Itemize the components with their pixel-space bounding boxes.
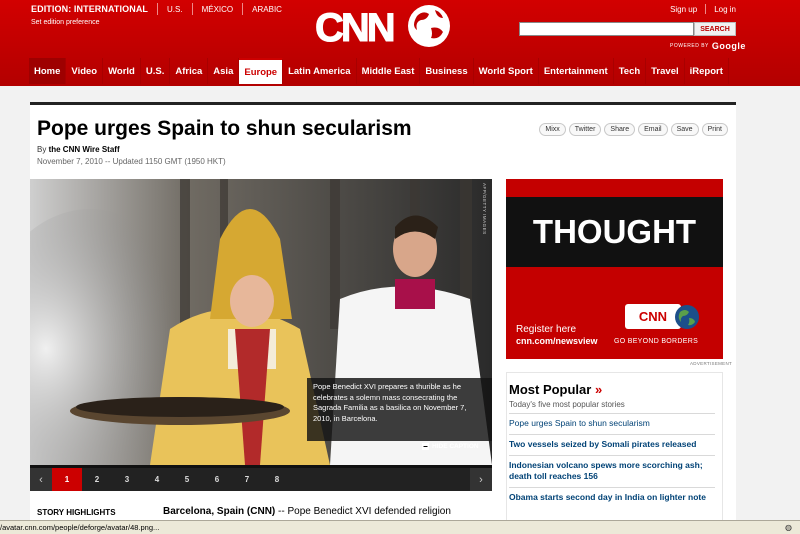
print-button[interactable]: Print bbox=[701, 123, 728, 136]
article-lede: Barcelona, Spain (CNN) -- Pope Benedict … bbox=[163, 506, 451, 517]
search-button[interactable]: SEARCH bbox=[694, 22, 736, 36]
search-input[interactable] bbox=[519, 22, 694, 36]
cnn-logo[interactable]: CNN bbox=[315, 4, 455, 50]
globe-icon: ◍ bbox=[785, 523, 792, 532]
ad-band: THOUGHT bbox=[506, 197, 723, 267]
edition-link-mexico[interactable]: MÉXICO bbox=[202, 5, 234, 14]
list-item[interactable]: Two vessels seized by Somali pirates rel… bbox=[509, 434, 715, 455]
main-navigation: Home Video World U.S. Africa Asia Europe… bbox=[29, 58, 729, 84]
nav-world-sport[interactable]: World Sport bbox=[474, 58, 539, 84]
photo-credit: AFP/GETTY IMAGES bbox=[482, 183, 487, 235]
collapse-icon bbox=[422, 443, 429, 450]
edition-link-arabic[interactable]: ARABIC bbox=[252, 5, 282, 14]
log-in-link[interactable]: Log in bbox=[714, 5, 736, 14]
nav-home[interactable]: Home bbox=[29, 58, 67, 84]
powered-by-label: POWERED BY bbox=[670, 43, 709, 49]
list-item[interactable]: Indonesian volcano spews more scorching … bbox=[509, 455, 715, 487]
nav-middle-east[interactable]: Middle East bbox=[357, 58, 421, 84]
divider bbox=[157, 3, 159, 15]
share-toolbar: Mixx Twitter Share Email Save Print bbox=[539, 123, 728, 136]
google-logo: Google bbox=[711, 41, 746, 51]
ad-cnn-logo: CNN bbox=[625, 304, 681, 329]
ad-register-text: Register here bbox=[516, 324, 577, 335]
status-url: /avatar.cnn.com/people/deforge/avatar/48… bbox=[0, 523, 160, 532]
globe-icon bbox=[675, 305, 699, 329]
nav-ireport[interactable]: iReport bbox=[685, 58, 729, 84]
nav-asia[interactable]: Asia bbox=[208, 58, 240, 84]
most-popular-subtitle: Today's five most popular stories bbox=[509, 400, 625, 409]
gallery-page-1[interactable]: 1 bbox=[52, 468, 82, 491]
gallery-page-8[interactable]: 8 bbox=[262, 468, 292, 491]
prev-arrow-icon[interactable]: ‹ bbox=[30, 468, 52, 491]
nav-us[interactable]: U.S. bbox=[141, 58, 171, 84]
gallery-page-7[interactable]: 7 bbox=[232, 468, 262, 491]
ad-url: cnn.com/newsview bbox=[516, 336, 598, 346]
twitter-button[interactable]: Twitter bbox=[568, 123, 602, 136]
nav-entertainment[interactable]: Entertainment bbox=[539, 58, 614, 84]
divider bbox=[242, 3, 244, 15]
nav-travel[interactable]: Travel bbox=[646, 58, 685, 84]
lede-text: -- Pope Benedict XVI defended religion bbox=[275, 506, 451, 517]
double-chevron-icon: » bbox=[594, 382, 603, 397]
account-links: Sign up Log in bbox=[670, 4, 736, 14]
ad-headline: THOUGHT bbox=[532, 213, 697, 250]
advertisement-banner[interactable]: THOUGHT CNN Register here cnn.com/newsvi… bbox=[506, 179, 723, 359]
most-popular-list: Pope urges Spain to shun secularism Two … bbox=[509, 413, 715, 508]
nav-video[interactable]: Video bbox=[66, 58, 104, 84]
list-item[interactable]: Obama starts second day in India on ligh… bbox=[509, 487, 715, 508]
divider bbox=[191, 3, 193, 15]
gallery-page-3[interactable]: 3 bbox=[112, 468, 142, 491]
edition-bar: EDITION: INTERNATIONAL U.S. MÉXICO ARABI… bbox=[31, 3, 282, 15]
hide-caption-button[interactable]: HIDE CAPTION bbox=[422, 443, 479, 450]
sign-up-link[interactable]: Sign up bbox=[670, 5, 697, 14]
share-button[interactable]: Share bbox=[604, 123, 636, 136]
nav-latin-america[interactable]: Latin America bbox=[283, 58, 357, 84]
edition-label: EDITION: INTERNATIONAL bbox=[31, 4, 149, 14]
hide-caption-label: HIDE CAPTION bbox=[432, 443, 479, 450]
list-item[interactable]: Pope urges Spain to shun secularism bbox=[509, 413, 715, 434]
lede-place: Barcelona, Spain (CNN) bbox=[163, 506, 276, 517]
article-dateline: November 7, 2010 -- Updated 1150 GMT (19… bbox=[37, 157, 226, 166]
byline-author[interactable]: the CNN Wire Staff bbox=[49, 145, 120, 154]
gallery-page-6[interactable]: 6 bbox=[202, 468, 232, 491]
advertisement-label: ADVERTISEMENT bbox=[690, 361, 733, 366]
article-container: Pope urges Spain to shun secularism By t… bbox=[30, 102, 736, 523]
search-form: SEARCH bbox=[519, 22, 736, 36]
globe-icon bbox=[408, 5, 450, 47]
byline-prefix: By bbox=[37, 145, 47, 154]
site-header: EDITION: INTERNATIONAL U.S. MÉXICO ARABI… bbox=[0, 0, 800, 86]
gallery-page-4[interactable]: 4 bbox=[142, 468, 172, 491]
gallery-page-2[interactable]: 2 bbox=[82, 468, 112, 491]
powered-by-google: POWERED BY Google bbox=[670, 41, 746, 51]
most-popular-title-text: Most Popular bbox=[509, 382, 592, 397]
story-highlights-heading: STORY HIGHLIGHTS bbox=[37, 508, 116, 517]
photo-gallery: AFP/GETTY IMAGES Pope Benedict XVI prepa… bbox=[30, 179, 492, 491]
browser-page: EDITION: INTERNATIONAL U.S. MÉXICO ARABI… bbox=[0, 0, 800, 534]
nav-business[interactable]: Business bbox=[420, 58, 474, 84]
save-button[interactable]: Save bbox=[670, 123, 699, 136]
nav-tech[interactable]: Tech bbox=[614, 58, 647, 84]
ad-cnn-logo-text: CNN bbox=[638, 309, 668, 324]
nav-world[interactable]: World bbox=[103, 58, 141, 84]
mixx-button[interactable]: Mixx bbox=[539, 123, 566, 136]
article-byline: By the CNN Wire Staff bbox=[37, 145, 120, 154]
next-arrow-icon[interactable]: › bbox=[470, 468, 492, 491]
most-popular-title[interactable]: Most Popular » bbox=[509, 382, 602, 397]
gallery-pager: ‹ 1 2 3 4 5 6 7 8 › bbox=[30, 468, 492, 491]
most-popular-box: Most Popular » Today's five most popular… bbox=[506, 372, 723, 523]
edition-link-us[interactable]: U.S. bbox=[167, 5, 183, 14]
nav-africa[interactable]: Africa bbox=[170, 58, 209, 84]
divider bbox=[705, 4, 707, 14]
cnn-logo-text: CNN bbox=[315, 6, 394, 50]
nav-europe[interactable]: Europe bbox=[239, 58, 284, 84]
article-headline: Pope urges Spain to shun secularism bbox=[37, 117, 412, 140]
page-body: Pope urges Spain to shun secularism By t… bbox=[0, 86, 800, 523]
browser-status-bar: /avatar.cnn.com/people/deforge/avatar/48… bbox=[0, 520, 800, 534]
email-button[interactable]: Email bbox=[638, 123, 668, 136]
ad-tagline: GO BEYOND BORDERS bbox=[614, 338, 699, 345]
photo-caption: Pope Benedict XVI prepares a thurible as… bbox=[307, 378, 492, 441]
edition-preference-link[interactable]: Set edition preference bbox=[31, 19, 100, 26]
gallery-page-5[interactable]: 5 bbox=[172, 468, 202, 491]
